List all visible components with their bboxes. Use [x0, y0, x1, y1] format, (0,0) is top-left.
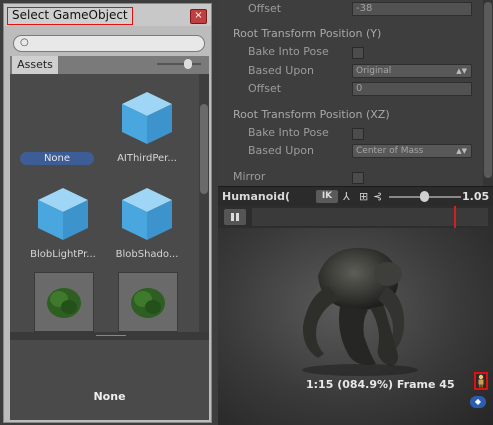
based-upon-xz-label: Based Upon — [248, 144, 314, 157]
grid-scrollbar[interactable] — [199, 74, 209, 332]
timeline-playhead[interactable] — [454, 206, 456, 228]
offset-field[interactable]: -38 — [352, 2, 472, 16]
tag-icon[interactable]: ◆ — [470, 396, 486, 408]
preview-toolbar: Humanoid( IK ⅄ ⊞ ⊰ 1.05 — [218, 186, 493, 207]
bake-y-checkbox[interactable] — [352, 47, 364, 59]
tab-bar: Assets — [10, 56, 209, 74]
dropdown-arrow-icon: ▲▼ — [456, 147, 467, 155]
scrollbar-thumb[interactable] — [484, 2, 492, 178]
timeline-bar — [218, 206, 493, 229]
based-upon-xz-dropdown[interactable]: Center of Mass ▲▼ — [352, 144, 472, 158]
offset-y-row: Offset 0 — [218, 80, 493, 98]
preview-title: Humanoid( — [222, 190, 290, 203]
dropdown-arrow-icon: ▲▼ — [456, 67, 467, 75]
speed-value: 1.05 — [462, 190, 490, 203]
scrollbar-thumb[interactable] — [200, 104, 208, 194]
close-button[interactable]: × — [190, 9, 207, 24]
bake-y-row: Bake Into Pose — [218, 43, 493, 61]
based-upon-y-row: Based Upon Original ▲▼ — [218, 62, 493, 80]
cube-icon — [122, 92, 172, 144]
grass-texture-thumbnail — [34, 272, 94, 332]
root-xz-section: Root Transform Position (XZ) — [218, 106, 493, 124]
cube-icon — [38, 188, 88, 240]
tab-assets[interactable]: Assets — [12, 56, 59, 74]
root-xz-heading: Root Transform Position (XZ) — [233, 108, 390, 121]
offset-y-label: Offset — [248, 82, 282, 95]
inspector-scrollbar[interactable] — [483, 0, 493, 186]
offset-y-field[interactable]: 0 — [352, 82, 472, 96]
mirror-row: Mirror — [218, 168, 493, 186]
panel-splitter[interactable] — [10, 332, 209, 340]
mirror-label: Mirror — [233, 170, 266, 183]
root-y-section: Root Transform Position (Y) — [218, 25, 493, 43]
pause-icon-bar — [236, 213, 239, 221]
select-gameobject-window: Select GameObject × ○ Assets None AIThir… — [3, 3, 212, 423]
asset-label: None — [20, 152, 94, 165]
pivot-icon[interactable]: ⅄ — [343, 190, 350, 203]
grass-icon — [47, 288, 81, 318]
search-field[interactable]: ○ — [13, 35, 205, 52]
grass-icon — [131, 288, 165, 318]
pause-button[interactable] — [224, 209, 246, 225]
grid-toggle-icon[interactable]: ⊞ — [359, 190, 368, 203]
based-upon-y-label: Based Upon — [248, 64, 314, 77]
inspector-panel: Offset -38 Root Transform Position (Y) B… — [218, 0, 493, 186]
avatar-selector-button[interactable] — [474, 372, 488, 390]
asset-label: BlobLightPr... — [30, 249, 96, 260]
icon-size-knob[interactable] — [184, 59, 192, 69]
cube-icon — [122, 188, 172, 240]
window-title: Select GameObject — [7, 7, 133, 25]
pause-icon — [231, 213, 234, 221]
animation-preview-viewport[interactable]: 1:15 (084.9%) Frame 45 ◆ — [218, 228, 493, 425]
offset-row: Offset -38 — [218, 0, 493, 18]
speed-slider-knob[interactable] — [420, 191, 429, 202]
search-icon: ○ — [20, 37, 29, 48]
window-titlebar[interactable]: Select GameObject × — [4, 4, 211, 26]
based-upon-y-dropdown[interactable]: Original ▲▼ — [352, 64, 472, 78]
selection-preview-panel: None — [10, 340, 209, 420]
frame-info: 1:15 (084.9%) Frame 45 — [306, 378, 455, 391]
grass-texture-thumbnail — [118, 272, 178, 332]
humanoid-character — [302, 247, 418, 376]
asset-grid: None AIThirdPer... BlobLightPr... BlobSh… — [10, 74, 209, 332]
selected-object-name: None — [93, 390, 126, 403]
icon-size-slider[interactable] — [157, 63, 201, 65]
bake-y-label: Bake Into Pose — [248, 45, 329, 58]
ik-toggle-button[interactable]: IK — [316, 190, 338, 203]
root-y-heading: Root Transform Position (Y) — [233, 27, 382, 40]
avatar-icon — [478, 374, 484, 388]
search-input[interactable] — [34, 37, 194, 49]
timeline-track[interactable] — [252, 208, 488, 226]
bake-xz-row: Bake Into Pose — [218, 124, 493, 142]
based-upon-xz-row: Based Upon Center of Mass ▲▼ — [218, 142, 493, 160]
bake-xz-label: Bake Into Pose — [248, 126, 329, 139]
bake-xz-checkbox[interactable] — [352, 128, 364, 140]
asset-label: BlobShado... — [115, 249, 179, 260]
mirror-checkbox[interactable] — [352, 172, 364, 184]
splitter-grip — [96, 335, 126, 336]
offset-label: Offset — [248, 2, 282, 15]
based-upon-y-value: Original — [356, 66, 392, 76]
asset-label: AIThirdPer... — [117, 153, 177, 164]
based-upon-xz-value: Center of Mass — [356, 146, 424, 156]
speed-icon: ⊰ — [373, 190, 383, 203]
